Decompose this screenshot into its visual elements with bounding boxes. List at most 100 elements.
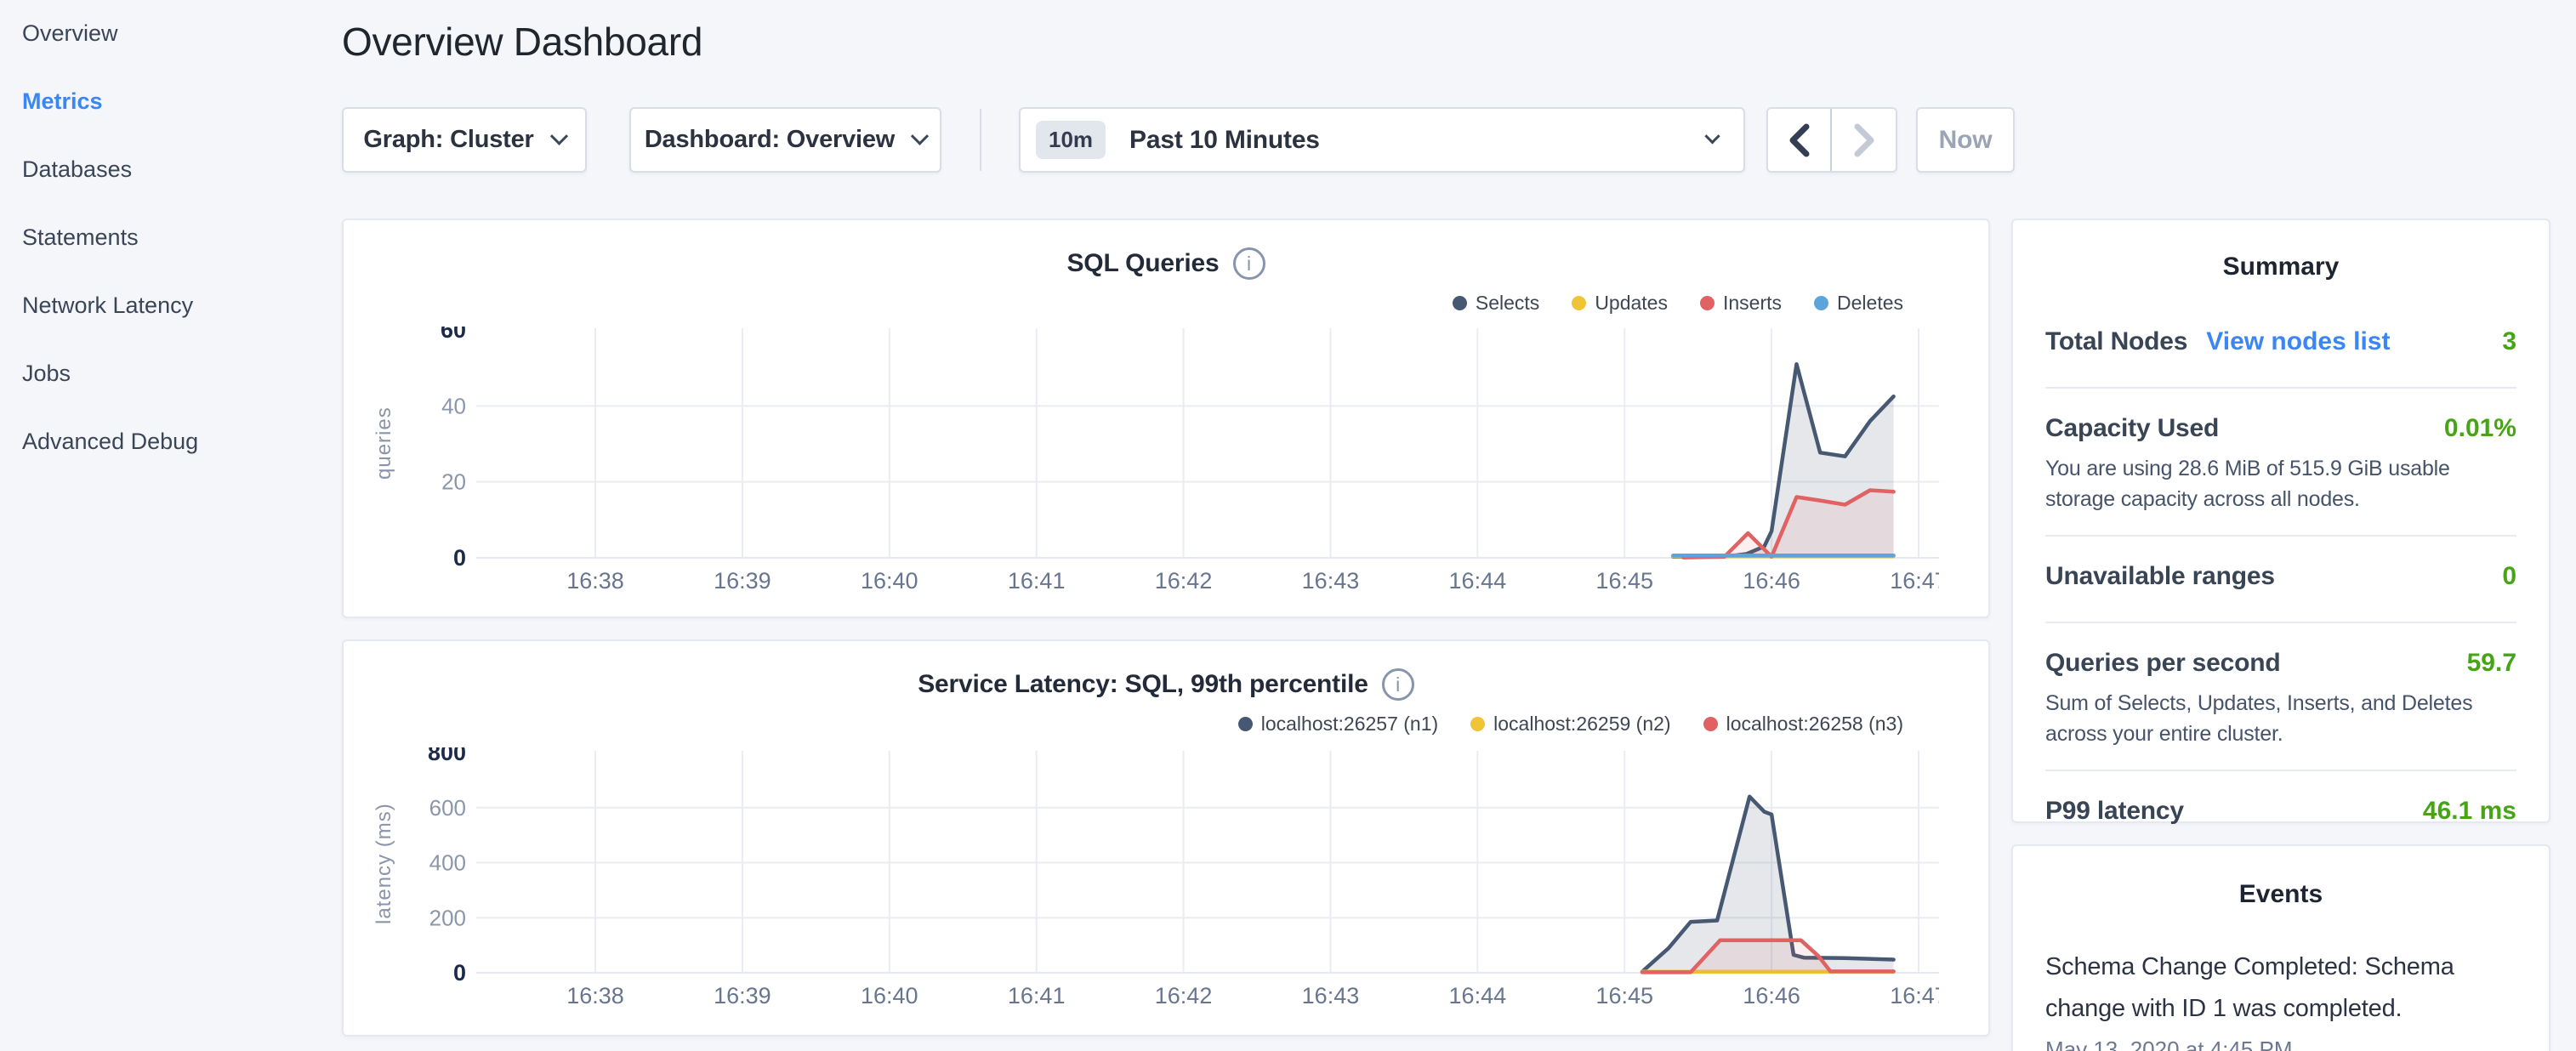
axis-tick-label: 16:41	[1008, 568, 1066, 594]
axis-tick-label: 0	[453, 960, 466, 986]
axis-tick-label: 16:46	[1743, 983, 1800, 1008]
axis-tick-label: 16:39	[714, 983, 771, 1008]
time-range-label: Past 10 Minutes	[1129, 126, 1683, 155]
chart-canvas: 16:3816:3916:4016:4116:4216:4316:4416:45…	[417, 747, 1939, 1012]
summary-row-value: 3	[2502, 327, 2516, 356]
time-range-badge: 10m	[1036, 121, 1106, 159]
events-title: Events	[2045, 880, 2516, 909]
next-time-button[interactable]	[1832, 109, 1896, 171]
event-timestamp: May 13, 2020 at 4:45 PM	[2045, 1037, 2516, 1051]
chart-legend: localhost:26257 (n1) localhost:26259 (n2)…	[1238, 713, 1903, 736]
summary-row-value: 0	[2502, 562, 2516, 591]
chart-plot-area: 16:3816:3916:4016:4116:4216:4316:4416:45…	[417, 747, 1939, 1016]
summary-row-queries-per-second: Queries per second 59.7 Sum of Selects, …	[2045, 623, 2516, 771]
legend-label: Selects	[1476, 292, 1539, 315]
axis-tick-label: 16:46	[1743, 568, 1800, 594]
summary-row-unavailable-ranges: Unavailable ranges 0	[2045, 537, 2516, 623]
legend-item: localhost:26259 (n2)	[1470, 713, 1670, 736]
summary-panel: Summary Total Nodes View nodes list 3 Ca…	[2011, 219, 2550, 823]
summary-row-label: Capacity Used	[2045, 414, 2219, 443]
chevron-down-icon	[911, 128, 929, 145]
events-panel: Events Schema Change Completed: Schema c…	[2011, 844, 2550, 1051]
legend-dot-icon	[1572, 296, 1586, 310]
axis-tick-label: 16:39	[714, 568, 771, 594]
chevron-down-icon	[1704, 128, 1720, 144]
info-icon[interactable]: i	[1233, 247, 1265, 280]
chevron-left-icon	[1788, 123, 1811, 157]
graph-scope-dropdown[interactable]: Graph: Cluster	[342, 107, 587, 173]
axis-tick-label: 600	[429, 795, 466, 821]
summary-row-capacity-used: Capacity Used 0.01% You are using 28.6 M…	[2045, 389, 2516, 537]
info-icon[interactable]: i	[1382, 668, 1414, 701]
legend-dot-icon	[1453, 296, 1467, 310]
axis-tick-label: 16:38	[566, 568, 624, 594]
chart-legend: SelectsUpdatesInsertsDeletes	[1453, 292, 1903, 315]
sidebar: Overview Metrics Databases Statements Ne…	[0, 0, 340, 1051]
legend-dot-icon	[1470, 717, 1485, 731]
axis-tick-label: 16:47	[1890, 983, 1939, 1008]
axis-tick-label: 16:45	[1595, 568, 1653, 594]
axis-tick-label: 16:44	[1449, 568, 1507, 594]
axis-tick-label: 16:40	[861, 983, 918, 1008]
sidebar-item-databases[interactable]: Databases	[22, 155, 340, 184]
page-title: Overview Dashboard	[342, 19, 702, 65]
service-latency-chart-card: Service Latency: SQL, 99th percentile i …	[342, 639, 1990, 1037]
legend-label: localhost:26258 (n3)	[1726, 713, 1903, 736]
legend-dot-icon	[1238, 717, 1253, 731]
sidebar-item-advanced-debug[interactable]: Advanced Debug	[22, 427, 340, 456]
summary-row-total-nodes: Total Nodes View nodes list 3	[2045, 327, 2516, 389]
axis-tick-label: 16:42	[1155, 983, 1213, 1008]
axis-tick-label: 0	[453, 545, 466, 571]
sidebar-item-metrics[interactable]: Metrics	[22, 87, 340, 116]
summary-row-value: 59.7	[2467, 649, 2516, 678]
sql-queries-chart-card: SQL Queries i SelectsUpdatesInsertsDelet…	[342, 219, 1990, 618]
dashboard-label: Dashboard: Overview	[645, 126, 895, 154]
axis-tick-label: 16:43	[1302, 568, 1360, 594]
legend-item: localhost:26258 (n3)	[1703, 713, 1903, 736]
summary-row-label: Queries per second	[2045, 649, 2281, 678]
axis-tick-label: 16:44	[1449, 983, 1507, 1008]
legend-item: localhost:26257 (n1)	[1238, 713, 1438, 736]
summary-row-p99-latency: P99 latency 46.1 ms	[2045, 771, 2516, 856]
summary-row-label: P99 latency	[2045, 797, 2184, 826]
chart-canvas: 16:3816:3916:4016:4116:4216:4316:4416:45…	[417, 327, 1939, 597]
chart-plot-area: 16:3816:3916:4016:4116:4216:4316:4416:45…	[417, 327, 1939, 601]
view-nodes-list-link[interactable]: View nodes list	[2206, 327, 2390, 356]
sidebar-item-overview[interactable]: Overview	[22, 19, 340, 48]
axis-tick-label: 20	[441, 469, 466, 495]
prev-time-button[interactable]	[1768, 109, 1832, 171]
legend-label: Deletes	[1837, 292, 1903, 315]
summary-row-value: 0.01%	[2444, 414, 2516, 443]
graph-scope-label: Graph: Cluster	[363, 126, 533, 154]
toolbar: Graph: Cluster Dashboard: Overview 10m P…	[342, 107, 2576, 173]
axis-tick-label: 16:45	[1595, 983, 1653, 1008]
summary-row-description: Sum of Selects, Updates, Inserts, and De…	[2045, 688, 2516, 749]
summary-row-label: Total Nodes	[2045, 327, 2187, 356]
axis-tick-label: 40	[441, 393, 466, 418]
legend-item: Updates	[1572, 292, 1668, 315]
y-axis-title: queries	[372, 327, 396, 559]
summary-title: Summary	[2045, 253, 2516, 281]
axis-tick-label: 16:47	[1890, 568, 1939, 594]
sidebar-item-jobs[interactable]: Jobs	[22, 359, 340, 388]
axis-tick-label: 16:41	[1008, 983, 1066, 1008]
sidebar-item-statements[interactable]: Statements	[22, 223, 340, 252]
summary-row-description: You are using 28.6 MiB of 515.9 GiB usab…	[2045, 453, 2516, 514]
time-pager	[1766, 107, 1897, 173]
y-axis-title: latency (ms)	[372, 748, 396, 980]
axis-tick-label: 16:43	[1302, 983, 1360, 1008]
axis-tick-label: 400	[429, 850, 466, 876]
now-button[interactable]: Now	[1916, 107, 2015, 173]
sidebar-item-network-latency[interactable]: Network Latency	[22, 291, 340, 320]
time-range-dropdown[interactable]: 10m Past 10 Minutes	[1019, 107, 1745, 173]
summary-row-value: 46.1 ms	[2423, 797, 2516, 826]
legend-label: localhost:26257 (n1)	[1261, 713, 1438, 736]
axis-tick-label: 16:40	[861, 568, 918, 594]
chart-title: Service Latency: SQL, 99th percentile	[918, 670, 1368, 699]
dashboard-dropdown[interactable]: Dashboard: Overview	[629, 107, 941, 173]
legend-dot-icon	[1703, 717, 1718, 731]
event-text: Schema Change Completed: Schema change w…	[2045, 946, 2516, 1030]
axis-tick-label: 60	[441, 327, 466, 343]
legend-dot-icon	[1700, 296, 1714, 310]
axis-tick-label: 200	[429, 905, 466, 930]
